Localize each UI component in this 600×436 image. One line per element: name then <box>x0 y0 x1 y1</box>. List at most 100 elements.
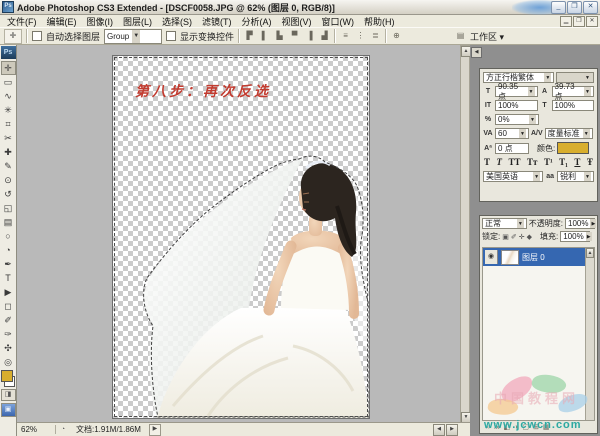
dodge-tool[interactable]: ◔ <box>1 243 16 257</box>
lock-position-icon[interactable]: ✛ <box>519 233 525 241</box>
quick-mask-button[interactable]: ◨ <box>1 389 16 401</box>
vertical-scrollbar[interactable] <box>460 45 470 422</box>
align-vcenter-icon[interactable]: ▌ <box>259 30 270 42</box>
align-bottom-icon[interactable]: ▙ <box>274 30 285 42</box>
notes-tool[interactable]: ✐ <box>1 313 16 327</box>
menu-edit[interactable]: 编辑(E) <box>42 15 82 28</box>
blend-mode-dropdown[interactable]: 正常 ▼ <box>482 218 527 229</box>
layers-scrollbar[interactable]: ▲ <box>585 248 594 420</box>
options-bar: ✛ 自动选择图层 Group ▼ 显示变换控件 ▛ ▌ ▙ ▀ ▐ ▟ ≡ ⋮ … <box>0 27 600 45</box>
close-button[interactable]: ✕ <box>583 1 598 14</box>
doc-minimize-button[interactable]: ▁ <box>560 16 572 27</box>
collapse-panels-icon[interactable]: ◀ <box>471 47 482 58</box>
subscript-button[interactable]: T₁ <box>559 157 568 167</box>
superscript-button[interactable]: T¹ <box>544 157 553 167</box>
layer-visibility-eye-icon[interactable]: ◉ <box>485 250 498 264</box>
menu-view[interactable]: 视图(V) <box>277 15 317 28</box>
auto-select-checkbox[interactable] <box>32 31 42 41</box>
lock-image-pixels-icon[interactable]: ✐ <box>511 233 517 241</box>
text-color-swatch[interactable] <box>557 142 589 154</box>
minimize-button[interactable]: _ <box>551 1 566 14</box>
healing-brush-tool[interactable]: ✚ <box>1 145 16 159</box>
show-transform-checkbox[interactable] <box>166 31 176 41</box>
type-tool[interactable]: T <box>1 271 16 285</box>
scroll-left-icon[interactable]: ◀ <box>433 424 445 436</box>
pen-tool[interactable]: ✒ <box>1 257 16 271</box>
align-hcenter-icon[interactable]: ▐ <box>304 30 315 42</box>
lock-transparent-pixels-icon[interactable]: ▣ <box>502 233 509 241</box>
distribute-vcenter-icon[interactable]: ⋮ <box>355 30 366 42</box>
faux-italic-button[interactable]: T <box>497 157 503 167</box>
current-tool-icon[interactable]: ✛ <box>4 29 22 44</box>
vertical-scale-field[interactable]: 100% <box>495 100 538 111</box>
layer-row[interactable]: ◉ 图层 0 <box>483 248 586 266</box>
kerning-dropdown[interactable]: 度量标准 ▼ <box>545 128 593 139</box>
menu-help[interactable]: 帮助(H) <box>359 15 400 28</box>
auto-align-icon[interactable]: ⊕ <box>391 30 402 42</box>
antialias-dropdown[interactable]: 锐利 ▼ <box>557 171 594 182</box>
zoom-tool[interactable]: ◎ <box>1 355 16 369</box>
lasso-tool[interactable]: ∿ <box>1 89 16 103</box>
zoom-level-field[interactable]: 62% <box>17 425 56 434</box>
fill-field[interactable]: 100% ▶ <box>560 231 590 242</box>
auto-select-group-dropdown[interactable]: Group ▼ <box>104 29 162 44</box>
slice-tool[interactable]: ✂ <box>1 131 16 145</box>
horizontal-scale-value: 100% <box>555 101 575 110</box>
horizontal-scale-field[interactable]: 100% <box>552 100 595 111</box>
chevron-down-icon: ▼ <box>533 172 540 181</box>
small-caps-button[interactable]: Tт <box>527 157 537 167</box>
doc-close-button[interactable]: ✕ <box>586 16 598 27</box>
screen-mode-button[interactable]: ▣ <box>1 403 16 417</box>
restore-button[interactable]: ❐ <box>567 1 582 14</box>
align-left-icon[interactable]: ▀ <box>289 30 300 42</box>
foreground-color-swatch[interactable] <box>1 370 13 382</box>
workspace-button[interactable]: 工作区 ▾ <box>470 30 504 43</box>
menu-window[interactable]: 窗口(W) <box>317 15 360 28</box>
font-size-field[interactable]: 90.35 点 ▼ <box>495 86 538 97</box>
blur-tool[interactable]: ○ <box>1 229 16 243</box>
marquee-tool[interactable]: ▭ <box>1 75 16 89</box>
hand-tool[interactable]: ✣ <box>1 341 16 355</box>
menu-file[interactable]: 文件(F) <box>2 15 42 28</box>
leading-field[interactable]: 39.73 点 ▼ <box>552 86 595 97</box>
quick-selection-tool[interactable]: ✳ <box>1 103 16 117</box>
crop-tool[interactable]: ⌗ <box>1 117 16 131</box>
faux-bold-button[interactable]: T <box>484 157 490 167</box>
gradient-tool[interactable]: ▤ <box>1 215 16 229</box>
distribute-top-icon[interactable]: ≡ <box>340 30 351 42</box>
opacity-field[interactable]: 100% ▶ <box>565 218 595 229</box>
character-panel: 方正行楷繁体 ▼ ▼ T 90.35 点 ▼ A 39.73 点 ▼ IT 10… <box>479 68 598 202</box>
doc-restore-button[interactable]: ❐ <box>573 16 585 27</box>
menu-select[interactable]: 选择(S) <box>157 15 197 28</box>
move-tool[interactable]: ✛ <box>1 61 16 75</box>
scroll-right-icon[interactable]: ▶ <box>446 424 458 436</box>
menu-layer[interactable]: 图层(L) <box>118 15 157 28</box>
document-canvas[interactable]: 第八步：再次反选 <box>112 55 370 419</box>
language-dropdown[interactable]: 美国英语 ▼ <box>483 171 543 182</box>
menu-filter[interactable]: 滤镜(T) <box>197 15 237 28</box>
menu-image[interactable]: 图像(I) <box>82 15 119 28</box>
strikethrough-button[interactable]: Ŧ <box>587 157 593 167</box>
layer-thumbnail[interactable] <box>501 250 519 265</box>
eyedropper-tool[interactable]: ✑ <box>1 327 16 341</box>
all-caps-button[interactable]: TT <box>509 157 521 167</box>
scroll-up-icon[interactable]: ▲ <box>586 248 594 258</box>
path-selection-tool[interactable]: ▶ <box>1 285 16 299</box>
brush-tool[interactable]: ✎ <box>1 159 16 173</box>
tracking-dropdown[interactable]: 60 ▼ <box>495 128 529 139</box>
status-flyout-button[interactable]: ▶ <box>149 424 161 436</box>
baseline-shift-field[interactable]: 0 点 <box>495 143 529 154</box>
proportional-spacing-dropdown[interactable]: 0% ▼ <box>495 114 539 125</box>
layers-panel: 正常 ▼ 不透明度: 100% ▶ 锁定: ▣ ✐ ✛ ◆ 填充: 100% ▶… <box>479 215 598 434</box>
eraser-tool[interactable]: ◱ <box>1 201 16 215</box>
distribute-bottom-icon[interactable]: ≣ <box>370 30 381 42</box>
lock-all-icon[interactable]: ◆ <box>527 233 532 241</box>
clone-stamp-tool[interactable]: ⊙ <box>1 173 16 187</box>
align-top-icon[interactable]: ▛ <box>244 30 255 42</box>
underline-button[interactable]: T <box>574 157 580 167</box>
shape-tool[interactable]: ◻ <box>1 299 16 313</box>
menu-analysis[interactable]: 分析(A) <box>237 15 277 28</box>
align-right-icon[interactable]: ▟ <box>319 30 330 42</box>
history-brush-tool[interactable]: ↺ <box>1 187 16 201</box>
baseline-shift-value: 0 点 <box>498 143 513 154</box>
